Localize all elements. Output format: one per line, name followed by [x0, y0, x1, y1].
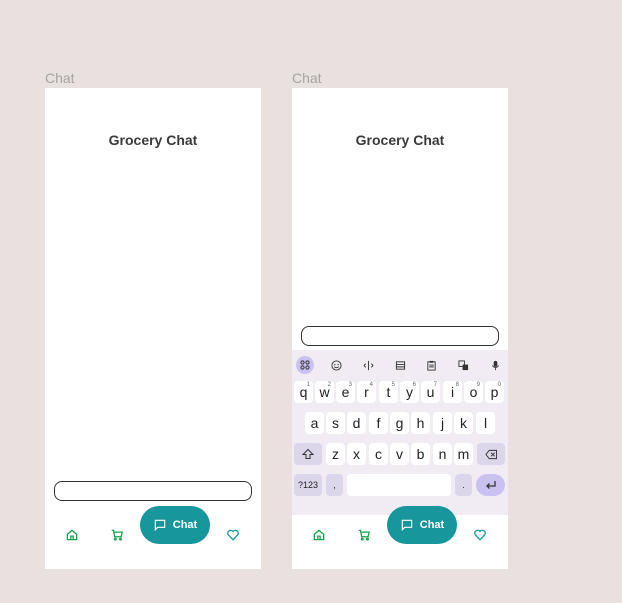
- key-hint: 3: [348, 382, 352, 388]
- cursor-move-icon[interactable]: [359, 356, 377, 374]
- phone-frame: Grocery Chat q 1 w 2 e 3 r 4 t 5 y 6 u 7…: [292, 88, 508, 569]
- page-title: Grocery Chat: [108, 132, 198, 148]
- key-s[interactable]: s: [326, 412, 345, 434]
- key-hint: 8: [455, 382, 459, 388]
- chat-tab-button[interactable]: Chat: [387, 506, 457, 544]
- key-label: t: [386, 384, 391, 400]
- key-p[interactable]: p0: [485, 381, 504, 403]
- comma-key[interactable]: ,: [326, 474, 343, 496]
- key-r[interactable]: r4: [357, 381, 376, 403]
- key-hint: 4: [369, 382, 373, 388]
- key-v[interactable]: v: [390, 443, 409, 465]
- period-key[interactable]: .: [455, 474, 472, 496]
- key-hint: 7: [433, 382, 437, 388]
- frame-label: Chat: [45, 70, 75, 86]
- phone-frame: Grocery Chat Chat: [45, 88, 261, 569]
- key-y[interactable]: y6: [400, 381, 419, 403]
- key-hint: 2: [327, 382, 331, 388]
- microphone-icon[interactable]: [486, 356, 504, 374]
- key-hint: 0: [497, 382, 501, 388]
- key-k[interactable]: k: [454, 412, 473, 434]
- enter-icon: [485, 481, 496, 489]
- key-c[interactable]: c: [369, 443, 388, 465]
- chat-tab-label: Chat: [172, 519, 198, 531]
- space-key[interactable]: [347, 474, 451, 496]
- shift-icon: [302, 448, 314, 459]
- key-hint: 9: [476, 382, 480, 388]
- key-b[interactable]: b: [411, 443, 430, 465]
- keyboard-toolbar: [292, 354, 508, 376]
- key-hint: 5: [391, 382, 395, 388]
- key-g[interactable]: g: [390, 412, 409, 434]
- shift-key[interactable]: [294, 443, 322, 465]
- cart-icon[interactable]: [352, 523, 376, 547]
- emoji-icon[interactable]: [327, 356, 345, 374]
- key-e[interactable]: e3: [336, 381, 355, 403]
- backspace-icon: [484, 449, 497, 459]
- frame-label: Chat: [292, 70, 322, 86]
- backspace-key[interactable]: [477, 443, 505, 465]
- key-w[interactable]: w2: [315, 381, 334, 403]
- key-label: i: [450, 384, 455, 400]
- key-q[interactable]: q1: [294, 381, 313, 403]
- cart-icon[interactable]: [105, 523, 129, 547]
- key-d[interactable]: d: [347, 412, 366, 434]
- key-m[interactable]: m: [454, 443, 473, 465]
- home-icon[interactable]: [60, 523, 84, 547]
- key-j[interactable]: j: [433, 412, 452, 434]
- heart-icon[interactable]: [221, 523, 245, 547]
- page-title: Grocery Chat: [355, 132, 445, 148]
- key-t[interactable]: t5: [379, 381, 398, 403]
- key-h[interactable]: h: [411, 412, 430, 434]
- enter-key[interactable]: [476, 474, 505, 496]
- key-u[interactable]: u7: [421, 381, 440, 403]
- on-screen-keyboard: q1 w2 e3 r4 t5 y6 u7 i8 o9 p0 a s d f g …: [292, 350, 508, 515]
- chat-input[interactable]: [301, 326, 499, 346]
- key-a[interactable]: a: [305, 412, 324, 434]
- chat-tab-label: Chat: [419, 519, 445, 531]
- heart-icon[interactable]: [468, 523, 492, 547]
- keyboard-layout-icon[interactable]: [391, 356, 409, 374]
- key-o[interactable]: o9: [464, 381, 483, 403]
- key-l[interactable]: l: [476, 412, 495, 434]
- key-hint: 6: [412, 382, 416, 388]
- key-x[interactable]: x: [347, 443, 366, 465]
- key-i[interactable]: i8: [443, 381, 462, 403]
- key-label: r: [364, 384, 369, 400]
- home-icon[interactable]: [307, 523, 331, 547]
- key-f[interactable]: f: [369, 412, 388, 434]
- chat-tab-button[interactable]: Chat: [140, 506, 210, 544]
- clipboard-icon[interactable]: [422, 356, 440, 374]
- chat-input[interactable]: [54, 481, 252, 501]
- translate-icon[interactable]: [454, 356, 472, 374]
- key-hint: 1: [306, 382, 310, 388]
- symbols-key[interactable]: ?123: [294, 474, 322, 496]
- bottom-navbar: Chat: [292, 506, 508, 569]
- key-n[interactable]: n: [433, 443, 452, 465]
- apps-grid-icon[interactable]: [296, 356, 314, 374]
- bottom-navbar: Chat: [45, 506, 261, 569]
- key-z[interactable]: z: [326, 443, 345, 465]
